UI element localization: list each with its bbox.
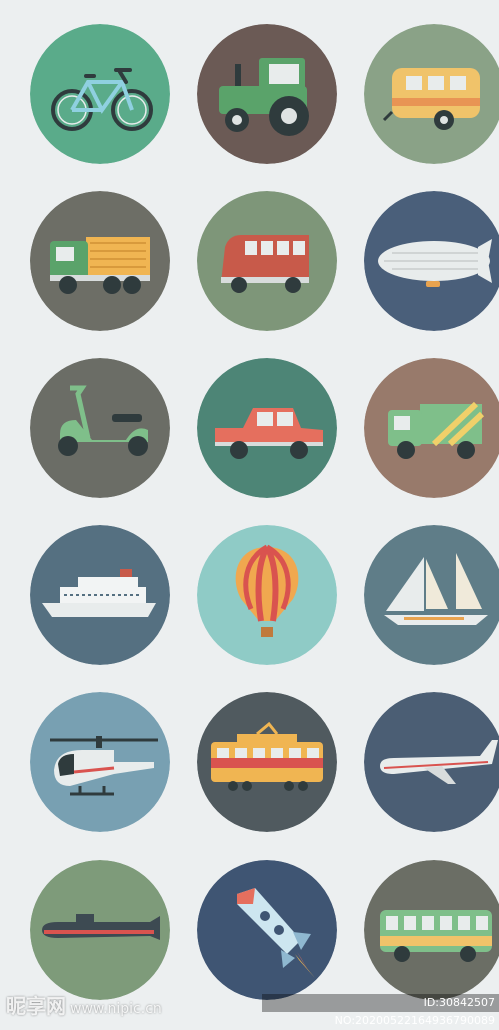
watermark: 昵享网 www.nipic.cn [6,990,162,1019]
delivery-truck-icon [364,358,499,498]
hot-air-balloon-icon [197,525,337,665]
airplane-icon [364,692,499,832]
car-icon [197,358,337,498]
submarine-icon [30,860,170,1000]
scooter-icon [30,358,170,498]
rocket-icon [197,860,337,1000]
tractor-icon [197,24,337,164]
minibus-icon [197,191,337,331]
helicopter-icon [30,692,170,832]
bus-icon [364,860,499,1000]
tram-icon [197,692,337,832]
watermark-brand: 昵享网 [6,994,66,1018]
camper-trailer-icon [364,24,499,164]
image-id-bar: ID:30842507 NO:20200522164936790089 [262,994,499,1027]
dump-truck-icon [30,191,170,331]
sailboat-icon [364,525,499,665]
bicycle-icon [30,24,170,164]
watermark-url: www.nipic.cn [70,1001,162,1017]
cruise-ship-icon [30,525,170,665]
airship-icon [364,191,499,331]
